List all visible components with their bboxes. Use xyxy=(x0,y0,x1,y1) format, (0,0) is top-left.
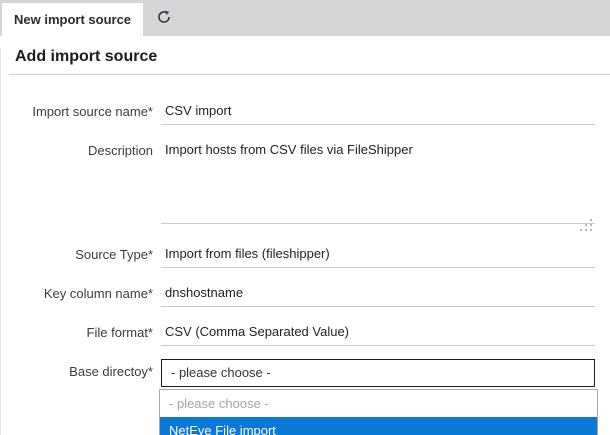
import-source-name-input[interactable] xyxy=(161,99,595,125)
form-row-key-column-name: Key column name* xyxy=(1,281,595,307)
form-row-description: Description Import hosts from CSV files … xyxy=(1,138,595,229)
field-label-base-directory: Base directoy* xyxy=(1,359,161,387)
form-row-import-source-name: Import source name* xyxy=(1,99,595,125)
form-row-source-type: Source Type* xyxy=(1,242,595,268)
import-source-form: Import source name* Description Import h… xyxy=(1,99,610,387)
description-textarea[interactable]: Import hosts from CSV files via FileShip… xyxy=(161,138,595,224)
resize-handle-icon[interactable] xyxy=(590,219,592,221)
content-panel: Add import source Import source name* De… xyxy=(0,48,610,435)
dropdown-option-neteye-file-import[interactable]: NetEye File import xyxy=(160,417,597,435)
refresh-icon xyxy=(157,10,171,24)
base-directory-dropdown: - please choose - NetEye File import xyxy=(159,389,598,435)
field-label-import-source-name: Import source name* xyxy=(1,99,161,125)
tab-new-import-source[interactable]: New import source xyxy=(2,3,143,36)
field-label-source-type: Source Type* xyxy=(1,242,161,268)
form-row-base-directory: Base directoy* - please choose - - pleas… xyxy=(1,359,595,387)
form-row-file-format: File format* xyxy=(1,320,595,346)
dropdown-option-please-choose[interactable]: - please choose - xyxy=(160,390,597,417)
refresh-button[interactable] xyxy=(143,3,185,36)
key-column-name-input[interactable] xyxy=(161,281,595,307)
field-label-key-column-name: Key column name* xyxy=(1,281,161,307)
tab-label: New import source xyxy=(14,12,131,27)
tab-bar: New import source xyxy=(0,0,610,36)
base-directory-select[interactable]: - please choose - xyxy=(161,359,595,387)
field-label-description: Description xyxy=(1,138,161,229)
field-label-file-format: File format* xyxy=(1,320,161,346)
file-format-field[interactable] xyxy=(161,320,595,346)
source-type-field[interactable] xyxy=(161,242,595,268)
page-title: Add import source xyxy=(9,48,610,75)
